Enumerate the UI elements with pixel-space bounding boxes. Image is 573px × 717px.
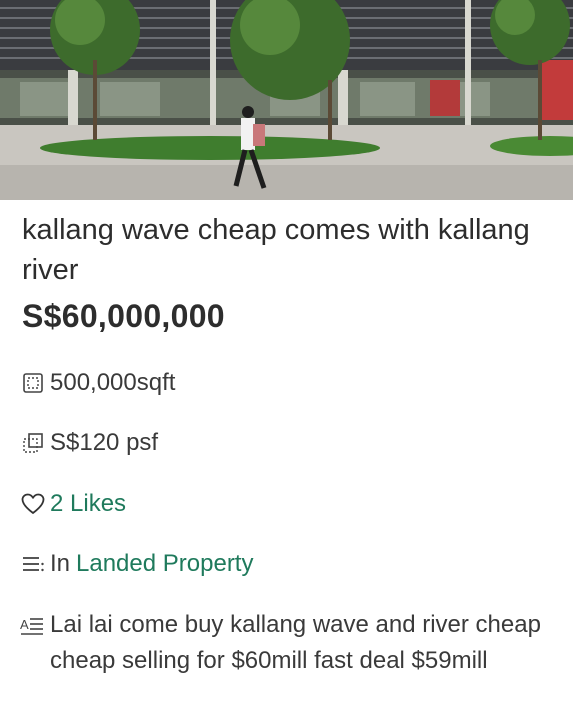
likes-row[interactable]: 2 Likes (20, 490, 126, 518)
category-row: In Landed Property (20, 550, 253, 578)
description-row: A Lai lai come buy kallang wave and rive… (20, 607, 550, 679)
listing-price: S$60,000,000 (22, 298, 225, 334)
list-icon (20, 551, 46, 577)
category-prefix: In (50, 550, 71, 577)
psf-row: S$120 psf (20, 429, 158, 457)
psf-value: S$120 psf (50, 429, 159, 456)
area-value: 500,000sqft (50, 369, 176, 396)
heart-icon[interactable] (20, 491, 46, 517)
listing-photo[interactable] (0, 0, 573, 200)
description-icon: A (20, 612, 46, 638)
price-per-sqft-icon (20, 430, 46, 456)
description-text: Lai lai come buy kallang wave and river … (50, 611, 541, 674)
svg-text:A: A (20, 617, 29, 632)
likes-count[interactable]: 2 Likes (50, 490, 126, 518)
category-link[interactable]: Landed Property (76, 550, 253, 578)
area-row: 500,000sqft (20, 369, 175, 397)
floor-area-icon (20, 370, 46, 396)
listing-title: kallang wave cheap comes with kallang ri… (22, 214, 530, 286)
